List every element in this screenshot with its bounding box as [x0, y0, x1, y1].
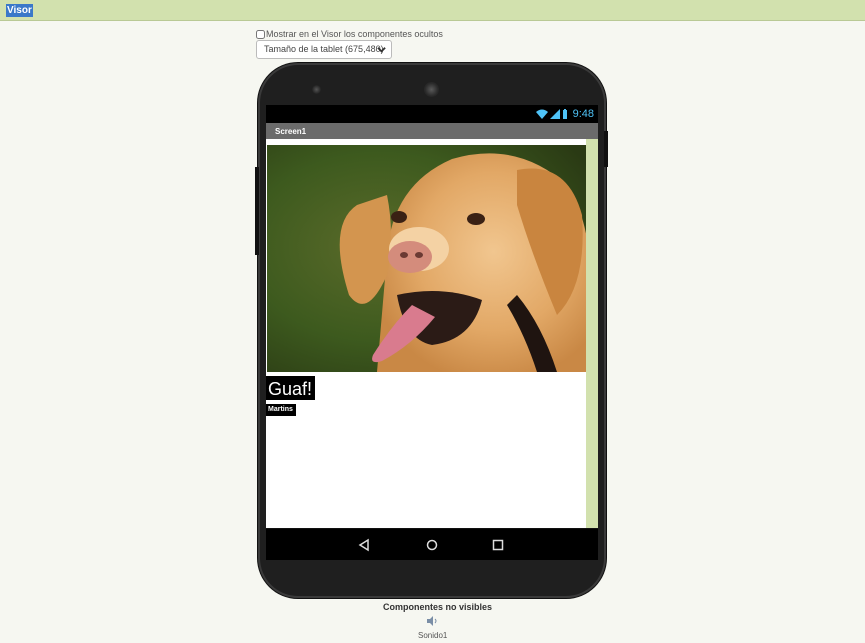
recents-icon[interactable] — [491, 538, 505, 552]
non-visible-item-label: Sonido1 — [418, 631, 448, 640]
preview-size-value: Tamaño de la tablet (675,480) — [264, 44, 384, 54]
chevron-down-icon — [377, 47, 386, 53]
phone-mockup: 9:48 Screen1 Guaf! Martins — [255, 63, 608, 598]
power-button — [604, 131, 608, 167]
small-label[interactable]: Martins — [266, 404, 296, 416]
speaker-icon[interactable] — [426, 615, 438, 627]
screen-content: Guaf! Martins — [266, 139, 586, 528]
dog-photo — [267, 145, 586, 372]
screen-title: Screen1 — [275, 127, 307, 136]
preview-size-select[interactable]: Tamaño de la tablet (675,480) — [256, 40, 392, 59]
scroll-strip — [586, 139, 598, 528]
status-bar: 9:48 — [266, 105, 598, 123]
battery-icon — [562, 109, 567, 119]
viewer-title: Visor — [6, 4, 33, 17]
show-hidden-label: Mostrar en el Visor los componentes ocul… — [266, 29, 443, 39]
screen-title-bar: Screen1 — [266, 123, 598, 139]
big-label[interactable]: Guaf! — [266, 376, 316, 400]
home-icon[interactable] — [425, 538, 439, 552]
show-hidden-components-option[interactable]: Mostrar en el Visor los componentes ocul… — [256, 28, 443, 40]
android-nav-bar — [266, 528, 598, 560]
non-visible-components-title: Componentes no visibles — [383, 602, 493, 612]
viewer-header: Visor — [0, 0, 865, 21]
image-component[interactable] — [267, 145, 586, 372]
speaker-grille — [312, 85, 321, 94]
back-icon[interactable] — [357, 538, 371, 552]
front-camera — [424, 82, 439, 97]
wifi-icon — [535, 109, 548, 119]
status-time: 9:48 — [572, 108, 594, 120]
volume-button — [255, 167, 259, 255]
show-hidden-checkbox[interactable] — [256, 29, 265, 39]
signal-icon — [549, 109, 560, 119]
device-screen: 9:48 Screen1 Guaf! Martins — [266, 105, 598, 560]
